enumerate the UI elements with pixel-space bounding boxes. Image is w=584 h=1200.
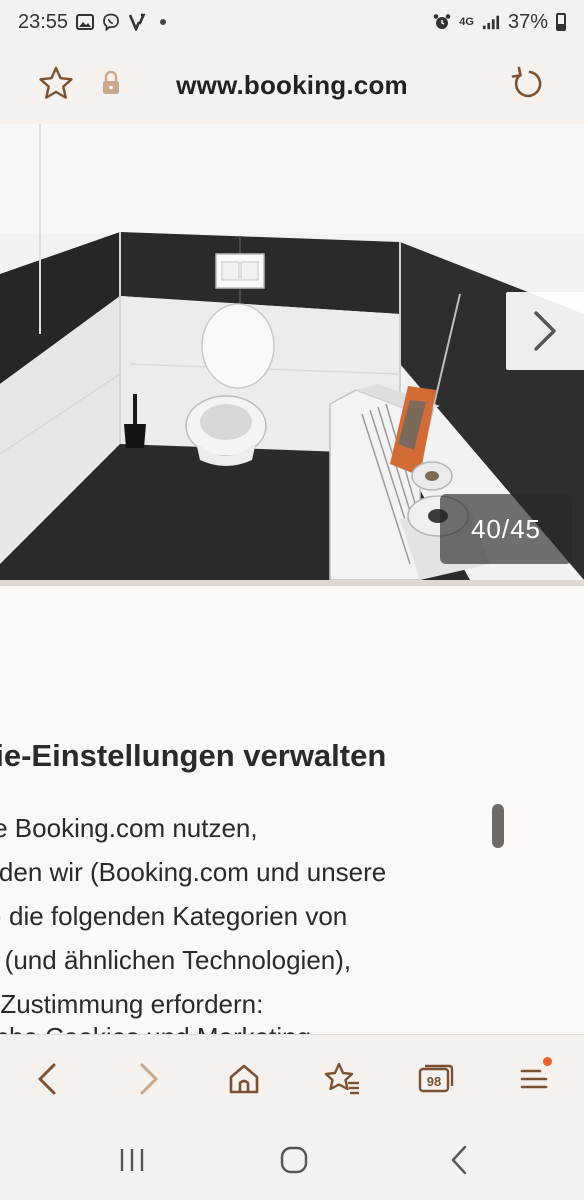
next-photo-button[interactable] — [506, 292, 584, 370]
chevron-right-icon — [534, 311, 556, 351]
cookie-settings-panel: kie-Einstellungen verwalten Sie Booking.… — [0, 580, 584, 1034]
notification-dot — [543, 1057, 552, 1066]
address-bar[interactable]: www.booking.com — [0, 50, 584, 118]
back-nav-icon — [451, 1145, 467, 1175]
home-button[interactable] — [220, 1055, 268, 1103]
chevron-right-icon — [140, 1063, 158, 1095]
cookie-text-line: enden wir (Booking.com und unsere — [0, 857, 387, 887]
home-nav-button[interactable] — [274, 1140, 314, 1180]
recent-apps-icon — [120, 1149, 144, 1171]
back-button[interactable] — [24, 1055, 72, 1103]
recent-apps-button[interactable] — [112, 1140, 152, 1180]
menu-icon — [520, 1069, 548, 1089]
gallery-notification-icon — [76, 13, 95, 31]
network-type-label: 4G — [459, 15, 474, 28]
photo-counter: 40/45 — [440, 494, 572, 564]
signal-icon — [482, 13, 500, 31]
battery-icon — [556, 13, 566, 31]
tabs-button[interactable]: 98 — [412, 1055, 460, 1103]
photo-gallery[interactable]: 40/45 — [0, 124, 584, 580]
url-text[interactable]: www.booking.com — [0, 70, 584, 101]
scrollbar-thumb[interactable] — [492, 804, 504, 848]
menu-button[interactable] — [510, 1055, 558, 1103]
cookie-settings-title: kie-Einstellungen verwalten — [0, 738, 387, 773]
chevron-left-icon — [38, 1063, 56, 1095]
bookmarks-button[interactable] — [318, 1055, 366, 1103]
bookmarks-star-icon — [324, 1062, 359, 1095]
status-bar: 23:55 4G 37% — [0, 0, 584, 44]
tabs-count: 98 — [426, 1073, 442, 1089]
forward-button[interactable] — [124, 1055, 172, 1103]
more-notifications-dot — [160, 19, 167, 25]
browser-toolbar: 98 — [0, 1034, 584, 1118]
reload-icon[interactable] — [508, 64, 548, 104]
status-time: 23:55 — [18, 10, 69, 33]
cookie-text-line: Sie Booking.com nutzen, — [0, 813, 258, 843]
viber-notification-icon — [102, 13, 120, 31]
cookie-text-line: es (und ähnlichen Technologien), — [0, 945, 352, 975]
alarm-icon — [433, 13, 451, 31]
back-nav-button[interactable] — [440, 1140, 480, 1180]
home-nav-icon — [280, 1146, 308, 1174]
cookie-text-line: re Zustimmung erfordern: — [0, 989, 264, 1019]
cookie-text-line-cut: tische Cookies und Marketing — [0, 1022, 311, 1034]
battery-percentage: 37% — [507, 10, 548, 33]
vpn-notification-icon — [128, 13, 146, 31]
system-navigation-bar — [0, 1118, 584, 1200]
cookie-text-line: er) die folgenden Kategorien von — [0, 901, 348, 931]
cookie-settings-text: Sie Booking.com nutzen, enden wir (Booki… — [0, 806, 510, 1026]
home-icon — [229, 1064, 259, 1094]
